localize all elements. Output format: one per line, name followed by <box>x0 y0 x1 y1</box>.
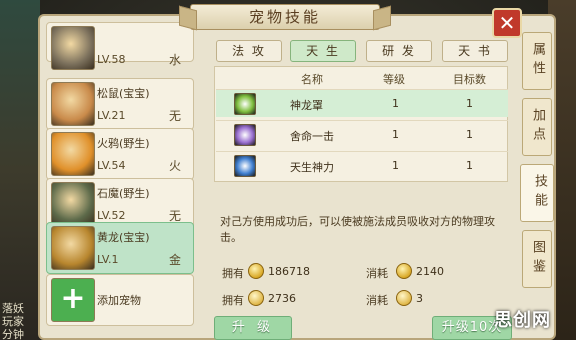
skill-targets: 1 <box>466 128 473 141</box>
table-row[interactable]: 舍命一击 1 1 <box>216 120 508 148</box>
header-targets: 目标数 <box>453 73 486 86</box>
pet-avatar <box>51 226 95 270</box>
own-item-label: 拥有 <box>222 294 244 307</box>
header-name: 名称 <box>301 73 323 86</box>
skill-icon <box>234 124 256 146</box>
plus-icon: + <box>51 278 95 322</box>
skill-name: 神龙罩 <box>290 99 323 112</box>
skill-targets: 1 <box>466 159 473 172</box>
coin-icon <box>396 263 412 279</box>
pet-avatar <box>51 82 95 126</box>
skill-tab[interactable]: 天 生 <box>290 40 356 62</box>
side-tab[interactable]: 图鉴 <box>522 230 552 288</box>
own-coin-value: 186718 <box>268 265 310 278</box>
side-tab[interactable]: 属性 <box>522 32 552 90</box>
skill-name: 天生神力 <box>290 161 334 174</box>
pet-name: 黄龙(宝宝) <box>97 231 150 244</box>
pet-item[interactable]: 松鼠(宝宝) LV.21 无 <box>46 78 194 130</box>
pet-level: LV.54 <box>97 159 126 172</box>
pet-element: 水 <box>168 53 181 67</box>
table-row[interactable]: 神龙罩 1 1 <box>216 89 508 117</box>
pet-name: 添加宠物 <box>97 294 141 307</box>
pet-element: 金 <box>168 253 181 267</box>
pet-element: 无 <box>168 109 181 123</box>
item-icon <box>396 290 412 306</box>
pet-level: LV.21 <box>97 109 126 122</box>
skill-description: 对己方使用成功后，可以使被施法成员吸收对方的物理攻击。 <box>220 215 495 244</box>
skill-level: 1 <box>392 159 399 172</box>
header-level: 等级 <box>383 73 405 86</box>
skill-tab[interactable]: 法 攻 <box>216 40 282 62</box>
cost-item-label: 消耗 <box>366 294 388 307</box>
pet-level: LV.52 <box>97 209 126 222</box>
skill-icon <box>234 155 256 177</box>
watermark-logo: 思创网 <box>494 310 551 331</box>
pet-name: 松鼠(宝宝) <box>97 87 150 100</box>
game-screen: 落妖 玩家 分钟 宠物技能 ✕ LV.58 水松鼠(宝宝) LV.21 无火鸦(野生)… <box>0 0 576 340</box>
item-icon <box>248 290 264 306</box>
cost-coin-label: 消耗 <box>366 267 388 280</box>
pet-level: LV.58 <box>97 53 126 66</box>
pet-item[interactable]: 黄龙(宝宝) LV.1 金 <box>46 222 194 274</box>
add-pet-button[interactable]: + 添加宠物 <box>46 274 194 326</box>
close-button[interactable]: ✕ <box>492 8 522 38</box>
side-tab[interactable]: 技能 <box>520 164 554 222</box>
cost-item-value: 3 <box>416 292 423 305</box>
pet-avatar <box>51 26 95 70</box>
skill-tab[interactable]: 研 发 <box>366 40 432 62</box>
pet-name: 石魔(野生) <box>97 187 150 200</box>
own-coin-label: 拥有 <box>222 267 244 280</box>
upgrade-button[interactable]: 升 级 <box>214 316 292 340</box>
coin-icon <box>248 263 264 279</box>
skill-level: 1 <box>392 128 399 141</box>
background-chat-text: 落妖 玩家 分钟 <box>2 302 24 340</box>
pet-item[interactable]: LV.58 水 <box>46 22 194 70</box>
skill-level: 1 <box>392 97 399 110</box>
pet-avatar <box>51 132 95 176</box>
skill-tab[interactable]: 天 书 <box>442 40 508 62</box>
cost-coin-value: 2140 <box>416 265 444 278</box>
skill-targets: 1 <box>466 97 473 110</box>
panel-title: 宠物技能 <box>190 4 380 30</box>
pet-avatar <box>51 182 95 226</box>
own-item-value: 2736 <box>268 292 296 305</box>
pet-element: 火 <box>168 159 181 173</box>
pet-item[interactable]: 火鸦(野生) LV.54 火 <box>46 128 194 180</box>
background-left: 落妖 玩家 分钟 <box>0 0 40 340</box>
pet-list: LV.58 水松鼠(宝宝) LV.21 无火鸦(野生) LV.54 火石魔(野生) LV.5… <box>46 22 194 340</box>
side-tab[interactable]: 加点 <box>522 98 552 156</box>
skill-name: 舍命一击 <box>290 130 334 143</box>
skill-table: 名称 等级 目标数 神龙罩 1 1 舍命一击 1 1 天生神力 1 1 <box>214 66 508 182</box>
skill-icon <box>234 93 256 115</box>
pet-name: 火鸦(野生) <box>97 137 150 150</box>
pet-level: LV.1 <box>97 253 119 266</box>
table-row[interactable]: 天生神力 1 1 <box>216 151 508 179</box>
